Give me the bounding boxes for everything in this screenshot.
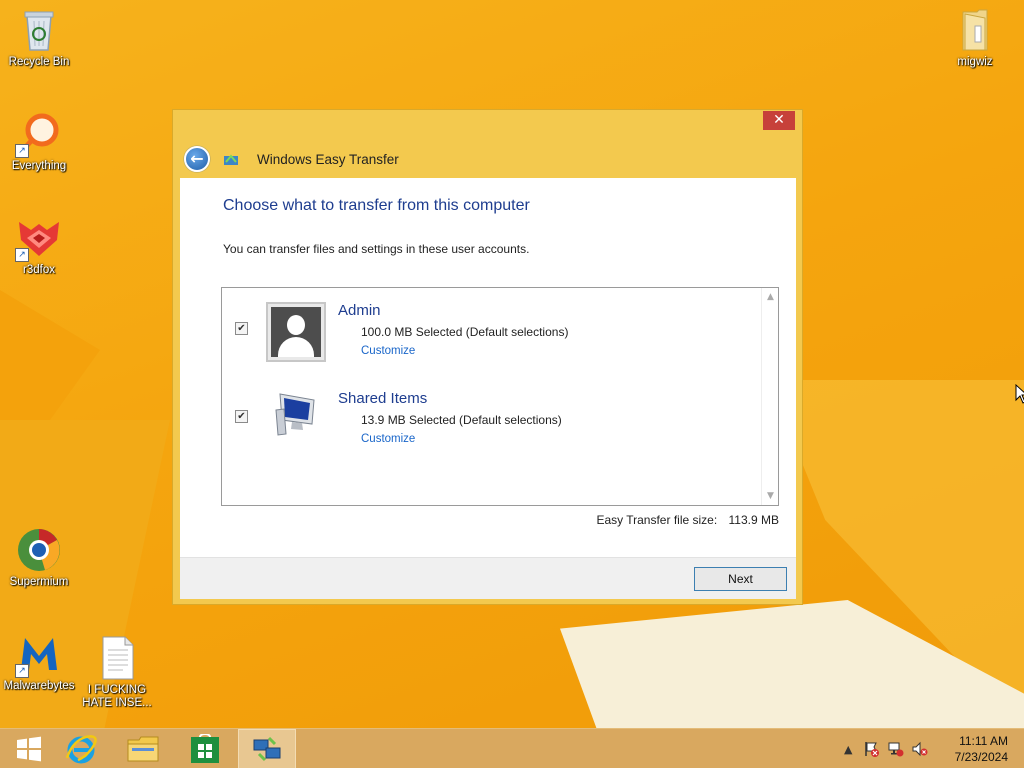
supermium-browser-icon: [15, 526, 63, 574]
admin-checkbox[interactable]: ✔: [235, 322, 248, 335]
taskbar-easy-transfer[interactable]: [238, 729, 296, 768]
transfer-size-value: 113.9 MB: [728, 513, 779, 527]
desktop-icon-everything[interactable]: ↗ Everything: [0, 110, 78, 173]
main-content: Choose what to transfer from this comput…: [180, 178, 796, 557]
page-heading: Choose what to transfer from this comput…: [223, 197, 530, 214]
window-title: Windows Easy Transfer: [257, 152, 399, 167]
taskbar-store[interactable]: [176, 729, 234, 768]
desktop-icon-label: Malwarebytes: [3, 680, 75, 692]
taskbar-file-explorer[interactable]: [114, 729, 172, 768]
shortcut-arrow-icon: ↗: [15, 248, 29, 262]
computer-icon: [270, 390, 320, 436]
store-icon: [191, 734, 219, 763]
account-size-detail: 13.9 MB Selected (Default selections): [361, 413, 562, 427]
user-avatar-icon: [266, 302, 326, 362]
shortcut-arrow-icon: ↗: [15, 144, 29, 158]
desktop-icon-label: migwiz: [957, 56, 993, 68]
next-button[interactable]: Next: [694, 567, 787, 591]
transfer-size-label: Easy Transfer file size:: [596, 513, 718, 527]
easy-transfer-app-icon: [223, 152, 239, 166]
taskbar: ▲ 11:11 AM 7/23/2024: [0, 728, 1024, 768]
mouse-cursor-icon: [1015, 383, 1024, 408]
volume-muted-icon[interactable]: [912, 741, 928, 760]
list-scrollbar[interactable]: ▲ ▼: [761, 288, 778, 505]
desktop-icon-migwiz[interactable]: migwiz: [936, 6, 1014, 69]
recycle-bin-icon: [15, 6, 63, 54]
shortcut-arrow-icon: ↗: [15, 664, 29, 678]
desktop-icon-text-file[interactable]: I FUCKING HATE INSE...: [78, 634, 156, 710]
customize-link[interactable]: Customize: [361, 433, 415, 445]
desktop-icon-label: Recycle Bin: [8, 56, 70, 68]
close-button[interactable]: ✕: [763, 111, 795, 130]
window-header: ← Windows Easy Transfer: [173, 138, 802, 178]
action-center-flag-icon[interactable]: [864, 741, 880, 760]
account-name: Admin: [338, 302, 381, 319]
text-document-icon: [93, 634, 141, 682]
shared-items-checkbox[interactable]: ✔: [235, 410, 248, 423]
account-name: Shared Items: [338, 390, 428, 407]
desktop-icon-label: Everything: [11, 160, 67, 172]
malwarebytes-icon: ↗: [15, 630, 63, 678]
start-button[interactable]: [0, 729, 58, 768]
clock-time: 11:11 AM: [959, 734, 1008, 748]
desktop-icon-label: I FUCKING HATE INSE...: [82, 684, 152, 709]
scroll-down-icon[interactable]: ▼: [762, 489, 779, 503]
windows-logo-icon: [17, 736, 41, 762]
desktop-icon-malwarebytes[interactable]: ↗ Malwarebytes: [0, 630, 78, 693]
account-list[interactable]: ✔ Admin 100.0 MB Selected (Default selec…: [221, 287, 779, 506]
list-item-shared-items: ✔ Shared Items 13.9 MB Selected (Default…: [222, 384, 752, 464]
everything-search-icon: ↗: [15, 110, 63, 158]
taskbar-internet-explorer[interactable]: [52, 729, 110, 768]
desktop-icon-supermium[interactable]: Supermium: [0, 526, 78, 589]
network-icon[interactable]: [888, 741, 904, 760]
list-item-admin: ✔ Admin 100.0 MB Selected (Default selec…: [222, 296, 752, 376]
window-footer: Next: [180, 557, 796, 599]
back-arrow-icon[interactable]: ←: [184, 146, 210, 172]
r3dfox-icon: ↗: [15, 214, 63, 262]
desktop-icon-label: r3dfox: [23, 264, 55, 276]
easy-transfer-window: ✕ ← Windows Easy Transfer Choose what to…: [172, 109, 803, 605]
file-explorer-icon: [127, 736, 159, 762]
system-tray: ▲ 11:11 AM 7/23/2024: [824, 729, 1024, 768]
internet-explorer-icon: [65, 735, 97, 764]
easy-transfer-taskbar-icon: [253, 736, 281, 762]
taskbar-clock[interactable]: 11:11 AM 7/23/2024: [955, 733, 1008, 765]
customize-link[interactable]: Customize: [361, 345, 415, 357]
transfer-size-row: Easy Transfer file size: 113.9 MB: [588, 513, 779, 527]
account-size-detail: 100.0 MB Selected (Default selections): [361, 325, 569, 339]
show-hidden-icons-chevron-icon[interactable]: ▲: [844, 743, 852, 756]
desktop-icon-recycle-bin[interactable]: Recycle Bin: [0, 6, 78, 69]
clock-date: 7/23/2024: [954, 750, 1008, 764]
scroll-up-icon[interactable]: ▲: [762, 290, 779, 304]
page-description: You can transfer files and settings in t…: [223, 242, 530, 256]
desktop-icon-label: Supermium: [9, 576, 69, 588]
folder-icon: [951, 6, 999, 54]
desktop-icon-r3dfox[interactable]: ↗ r3dfox: [0, 214, 78, 277]
